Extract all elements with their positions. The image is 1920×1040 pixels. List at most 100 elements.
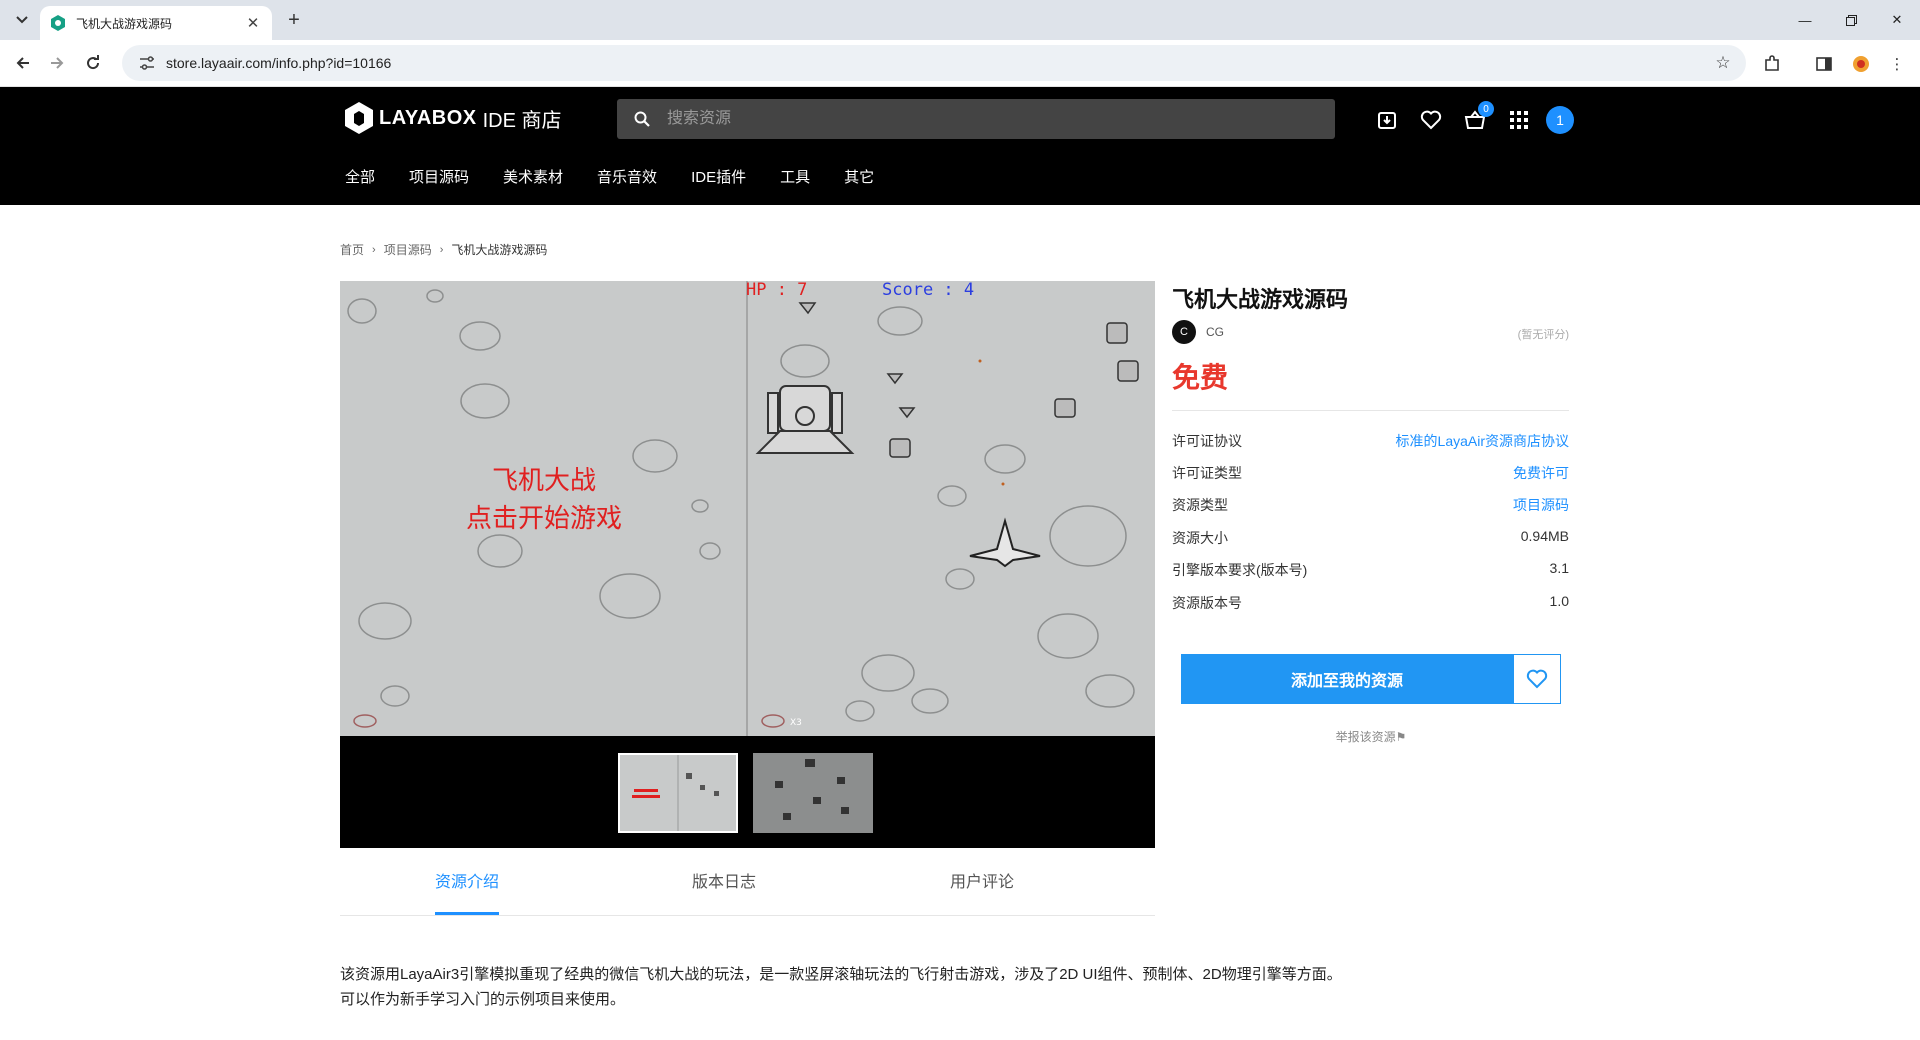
license-agreement-link[interactable]: 标准的LayaAir资源商店协议 xyxy=(1396,431,1569,451)
nav-item-ide-plugins[interactable]: IDE插件 xyxy=(691,166,746,187)
favorite-button[interactable] xyxy=(1513,654,1561,704)
attribute-row: 引擎版本要求(版本号) 3.1 xyxy=(1172,560,1569,580)
attribute-key: 引擎版本要求(版本号) xyxy=(1172,562,1308,578)
attribute-key: 资源类型 xyxy=(1172,497,1228,513)
site-logo[interactable]: LAYABOX IDE 商店 xyxy=(345,102,562,134)
cart-count-badge: 0 xyxy=(1478,101,1494,117)
breadcrumb-home[interactable]: 首页 xyxy=(340,241,364,258)
restore-button[interactable] xyxy=(1828,6,1874,34)
browser-tab-active[interactable]: 飞机大战游戏源码 ✕ xyxy=(40,6,272,40)
report-text: 举报该资源 xyxy=(1335,730,1396,744)
resource-description: 该资源用LayaAir3引擎模拟重现了经典的微信飞机大战的玩法，是一款竖屏滚轴玩… xyxy=(340,962,1580,1012)
product-gallery: 飞机大战 点击开始游戏 HP : 7 Score : 4 X3 xyxy=(340,281,1155,848)
price: 免费 xyxy=(1172,362,1229,393)
nav-item-tools[interactable]: 工具 xyxy=(780,166,810,187)
browser-tabstrip: 飞机大战游戏源码 ✕ + — ✕ xyxy=(0,0,1920,40)
score-text: Score : 4 xyxy=(882,281,974,300)
category-nav: 全部 项目源码 美术素材 音乐音效 IDE插件 工具 其它 xyxy=(345,166,908,187)
attribute-key: 资源版本号 xyxy=(1172,595,1242,611)
address-bar[interactable]: store.layaair.com/info.php?id=10166 ☆ xyxy=(122,45,1746,81)
breadcrumb: 首页 › 项目源码 › 飞机大战游戏源码 xyxy=(340,241,547,258)
tab-title: 飞机大战游戏源码 xyxy=(76,16,173,31)
attribute-row: 许可证协议 标准的LayaAir资源商店协议 xyxy=(1172,431,1569,451)
author-name: CG xyxy=(1206,325,1224,339)
product-title: 飞机大战游戏源码 xyxy=(1172,287,1349,312)
chevron-right-icon: › xyxy=(439,243,444,256)
resource-size-value: 0.94MB xyxy=(1520,528,1569,544)
profile-icon[interactable] xyxy=(1849,52,1873,76)
site-header: LAYABOX IDE 商店 0 1 全部 项目源码 美术素材 音乐音效 IDE… xyxy=(0,87,1920,205)
add-to-my-resources-button[interactable]: 添加至我的资源 xyxy=(1181,654,1513,704)
layabox-favicon-icon xyxy=(50,15,66,31)
nav-item-art-assets[interactable]: 美术素材 xyxy=(503,166,563,187)
author[interactable]: C CG xyxy=(1172,320,1224,344)
close-window-button[interactable]: ✕ xyxy=(1874,6,1920,34)
browser-menu-icon[interactable]: ⋮ xyxy=(1885,52,1909,76)
resource-type-link[interactable]: 项目源码 xyxy=(1513,495,1569,515)
tab-changelog[interactable]: 版本日志 xyxy=(692,868,756,892)
nav-item-project-source[interactable]: 项目源码 xyxy=(409,166,469,187)
side-panel-icon[interactable] xyxy=(1812,52,1836,76)
thumbnail-image xyxy=(753,753,873,833)
attribute-key: 资源大小 xyxy=(1172,530,1228,546)
bookmark-star-icon[interactable]: ☆ xyxy=(1708,53,1738,73)
logo-subtitle: IDE 商店 xyxy=(482,109,562,132)
arrow-left-icon xyxy=(16,57,29,69)
divider xyxy=(1172,410,1569,411)
thumbnail-image xyxy=(620,755,736,831)
user-avatar[interactable]: 1 xyxy=(1546,106,1574,134)
nav-item-all[interactable]: 全部 xyxy=(345,166,375,187)
attribute-row: 资源大小 0.94MB xyxy=(1172,528,1569,548)
game-screenshot-image: 飞机大战 点击开始游戏 HP : 7 Score : 4 X3 xyxy=(340,281,1155,736)
description-line: 该资源用LayaAir3引擎模拟重现了经典的微信飞机大战的玩法，是一款竖屏滚轴玩… xyxy=(340,966,1342,983)
nav-item-audio[interactable]: 音乐音效 xyxy=(597,166,657,187)
forward-button[interactable] xyxy=(44,50,70,76)
heart-icon[interactable] xyxy=(1418,107,1444,133)
tab-search-button[interactable] xyxy=(10,8,34,32)
search-icon[interactable] xyxy=(617,111,667,127)
chevron-right-icon: › xyxy=(372,243,376,256)
close-tab-icon[interactable]: ✕ xyxy=(244,14,262,32)
browser-toolbar: store.layaair.com/info.php?id=10166 ☆ ⋮ xyxy=(0,40,1920,87)
search-input[interactable] xyxy=(667,99,1335,139)
flag-icon: ⚑ xyxy=(1395,730,1407,744)
engine-version-value: 3.1 xyxy=(1549,560,1569,576)
arrow-right-icon xyxy=(51,57,64,69)
thumbnail-strip xyxy=(340,736,1155,848)
attribute-key: 许可证类型 xyxy=(1172,465,1242,481)
tab-description[interactable]: 资源介绍 xyxy=(435,868,499,892)
url-text: store.layaair.com/info.php?id=10166 xyxy=(166,55,392,71)
back-button[interactable] xyxy=(10,50,36,76)
layabox-logo-icon xyxy=(345,102,373,134)
cart-icon[interactable]: 0 xyxy=(1462,101,1494,133)
thumbnail-1[interactable] xyxy=(618,753,738,833)
resource-version-value: 1.0 xyxy=(1549,593,1569,609)
author-avatar: C xyxy=(1172,320,1196,344)
reload-icon xyxy=(87,55,100,70)
attribute-row: 许可证类型 免费许可 xyxy=(1172,463,1569,483)
license-type-link[interactable]: 免费许可 xyxy=(1513,463,1569,483)
download-box-icon[interactable] xyxy=(1374,107,1400,133)
thumbnail-2[interactable] xyxy=(753,753,873,833)
attribute-row: 资源版本号 1.0 xyxy=(1172,593,1569,613)
nav-item-other[interactable]: 其它 xyxy=(844,166,874,187)
active-tab-indicator xyxy=(435,912,499,915)
attribute-key: 许可证协议 xyxy=(1172,433,1242,449)
apps-grid-icon[interactable] xyxy=(1506,107,1532,133)
reload-button[interactable] xyxy=(80,50,106,76)
rating-text: (暂无评分) xyxy=(1517,329,1569,341)
hp-text: HP : 7 xyxy=(746,281,807,300)
extensions-icon[interactable] xyxy=(1760,52,1784,76)
heart-icon xyxy=(1526,669,1548,689)
breadcrumb-category[interactable]: 项目源码 xyxy=(384,241,432,258)
report-resource-link[interactable]: 举报该资源⚑ xyxy=(1181,728,1561,745)
main-screenshot[interactable]: 飞机大战 点击开始游戏 HP : 7 Score : 4 X3 xyxy=(340,281,1155,736)
attribute-row: 资源类型 项目源码 xyxy=(1172,495,1569,515)
lives-text: X3 xyxy=(790,718,802,728)
minimize-button[interactable]: — xyxy=(1782,6,1828,34)
tab-user-reviews[interactable]: 用户评论 xyxy=(950,868,1014,892)
breadcrumb-current: 飞机大战游戏源码 xyxy=(451,243,548,257)
site-info-icon[interactable] xyxy=(132,56,162,70)
logo-brand: LAYABOX xyxy=(379,106,477,129)
new-tab-button[interactable]: + xyxy=(282,8,306,32)
